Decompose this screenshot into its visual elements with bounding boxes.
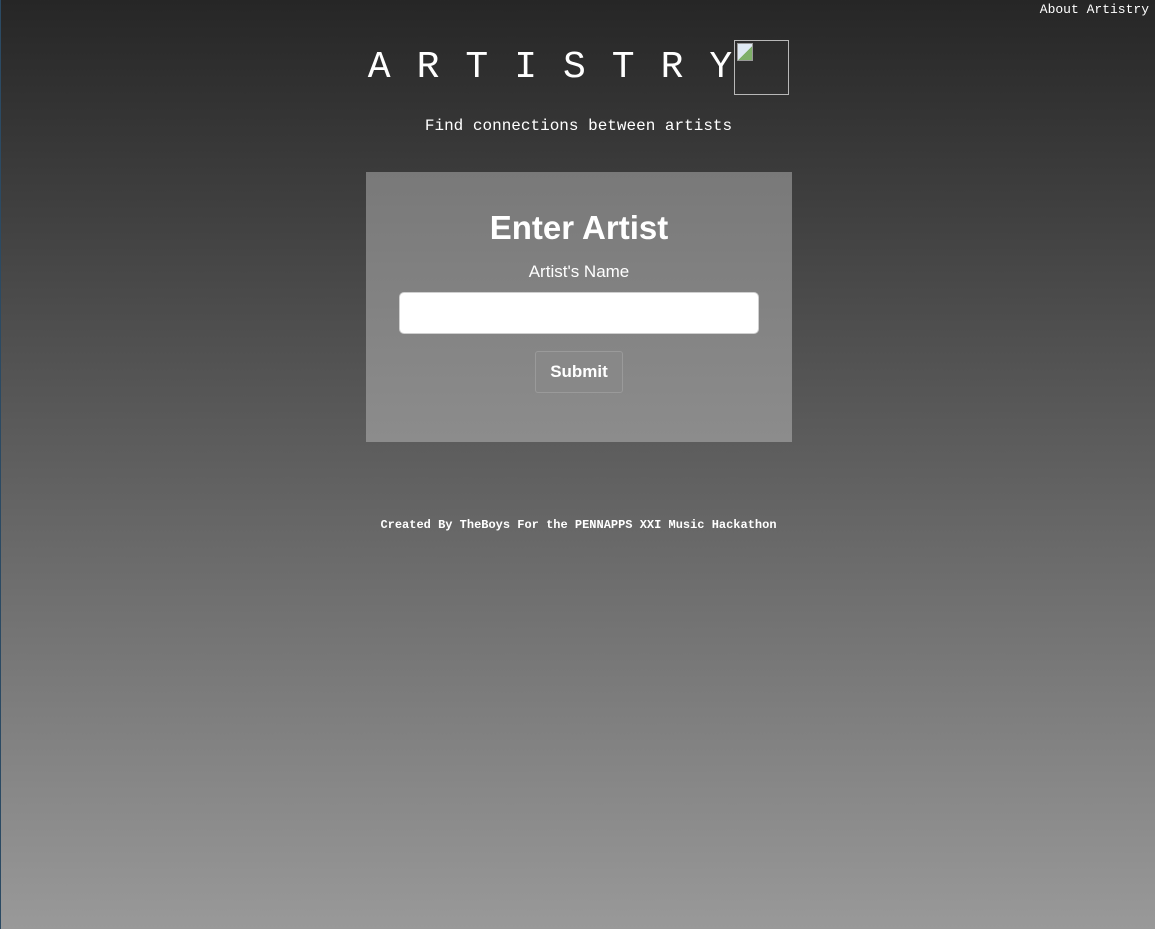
brand: ARTISTRY	[367, 40, 790, 95]
about-artistry-link[interactable]: About Artistry	[1040, 2, 1149, 17]
artist-name-input[interactable]	[399, 292, 759, 334]
submit-button[interactable]: Submit	[535, 351, 623, 393]
header: ARTISTRY	[1, 40, 1155, 96]
tagline: Find connections between artists	[424, 117, 733, 135]
artist-form-card: Enter Artist Artist's Name Submit	[366, 172, 792, 442]
form-heading: Enter Artist	[489, 209, 669, 246]
broken-image-icon	[737, 43, 754, 61]
logo-image	[734, 40, 790, 95]
site-title: ARTISTRY	[367, 46, 759, 89]
footer-credit: Created By TheBoys For the PENNAPPS XXI …	[380, 518, 777, 532]
artist-name-label: Artist's Name	[528, 262, 630, 281]
